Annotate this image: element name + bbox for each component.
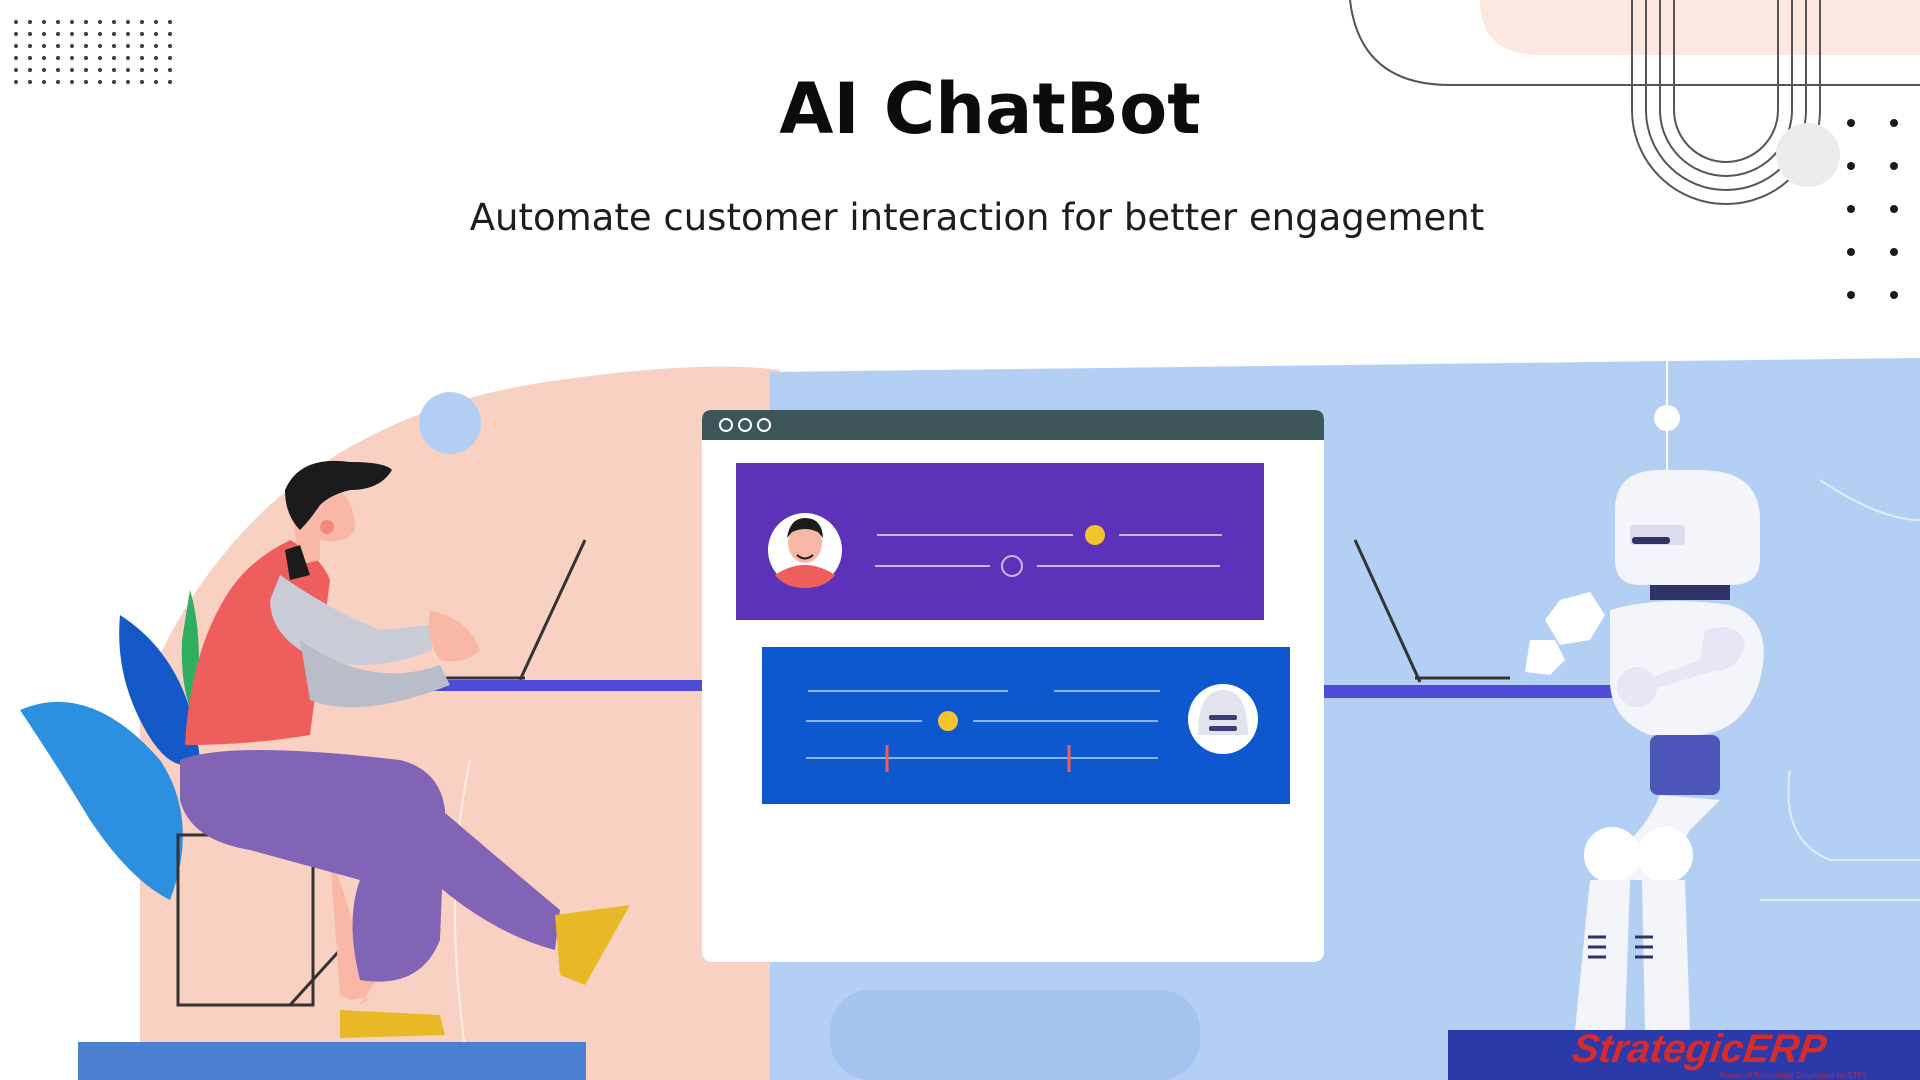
decor-dot	[168, 20, 172, 24]
decor-dot	[70, 56, 74, 60]
decor-dot	[56, 56, 60, 60]
decor-dot	[14, 32, 18, 36]
decor-dot	[1890, 248, 1898, 256]
decor-dot	[126, 56, 130, 60]
decor-dot	[112, 56, 116, 60]
decor-dot	[98, 56, 102, 60]
decor-dot	[28, 32, 32, 36]
decor-dot	[1847, 162, 1855, 170]
decor-circle	[419, 392, 481, 454]
decor-dot	[140, 20, 144, 24]
decor-dot	[112, 44, 116, 48]
decor-dot	[112, 32, 116, 36]
right-desk	[1324, 685, 1626, 698]
decor-dot	[140, 44, 144, 48]
robot-avatar-icon	[1188, 684, 1258, 754]
decor-dot	[1890, 291, 1898, 299]
slide: StrategicERP Power of Technology Develop…	[0, 0, 1920, 1080]
decor-dot	[56, 32, 60, 36]
decor-dot	[56, 20, 60, 24]
decor-dot	[84, 56, 88, 60]
decor-dot	[168, 32, 172, 36]
decor-dot	[14, 56, 18, 60]
logo-wordmark: StrategicERP	[1569, 1026, 1829, 1071]
decor-dot	[14, 20, 18, 24]
decor-dot	[126, 20, 130, 24]
decor-dot	[84, 32, 88, 36]
decor-dot	[42, 44, 46, 48]
page-title: AI ChatBot	[779, 68, 1201, 150]
decor-dot	[154, 44, 158, 48]
decor-dot	[28, 56, 32, 60]
decor-dot	[126, 44, 130, 48]
decor-dot	[42, 20, 46, 24]
decor-dot	[70, 44, 74, 48]
page-subtitle: Automate customer interaction for better…	[469, 196, 1485, 239]
decor-dot	[168, 44, 172, 48]
decor-dot	[140, 32, 144, 36]
decor-dot	[28, 20, 32, 24]
illustration: StrategicERP Power of Technology Develop…	[14, 0, 1920, 1080]
person-avatar-icon	[768, 513, 842, 588]
decor-dot	[42, 32, 46, 36]
decor-dot	[112, 20, 116, 24]
decor-dot	[70, 32, 74, 36]
decor-dot	[126, 32, 130, 36]
decor-dot	[1847, 248, 1855, 256]
decor-dot	[28, 44, 32, 48]
decor-dot	[70, 20, 74, 24]
decor-dot	[56, 44, 60, 48]
floor-left	[78, 1042, 586, 1080]
decor-dot	[154, 20, 158, 24]
decor-dot	[1847, 291, 1855, 299]
decor-dot	[98, 20, 102, 24]
logo-tagline: Power of Technology Developed by STPL	[1720, 1071, 1868, 1080]
decor-dot	[14, 44, 18, 48]
decor-dot	[168, 56, 172, 60]
decor-dot	[84, 44, 88, 48]
decor-dot	[42, 56, 46, 60]
chat-window	[702, 410, 1324, 962]
decor-dot	[98, 32, 102, 36]
decor-dot	[84, 20, 88, 24]
decor-dot	[1890, 162, 1898, 170]
decor-dot	[154, 56, 158, 60]
decor-dot	[140, 56, 144, 60]
decor-dot	[154, 32, 158, 36]
decor-dot	[98, 44, 102, 48]
